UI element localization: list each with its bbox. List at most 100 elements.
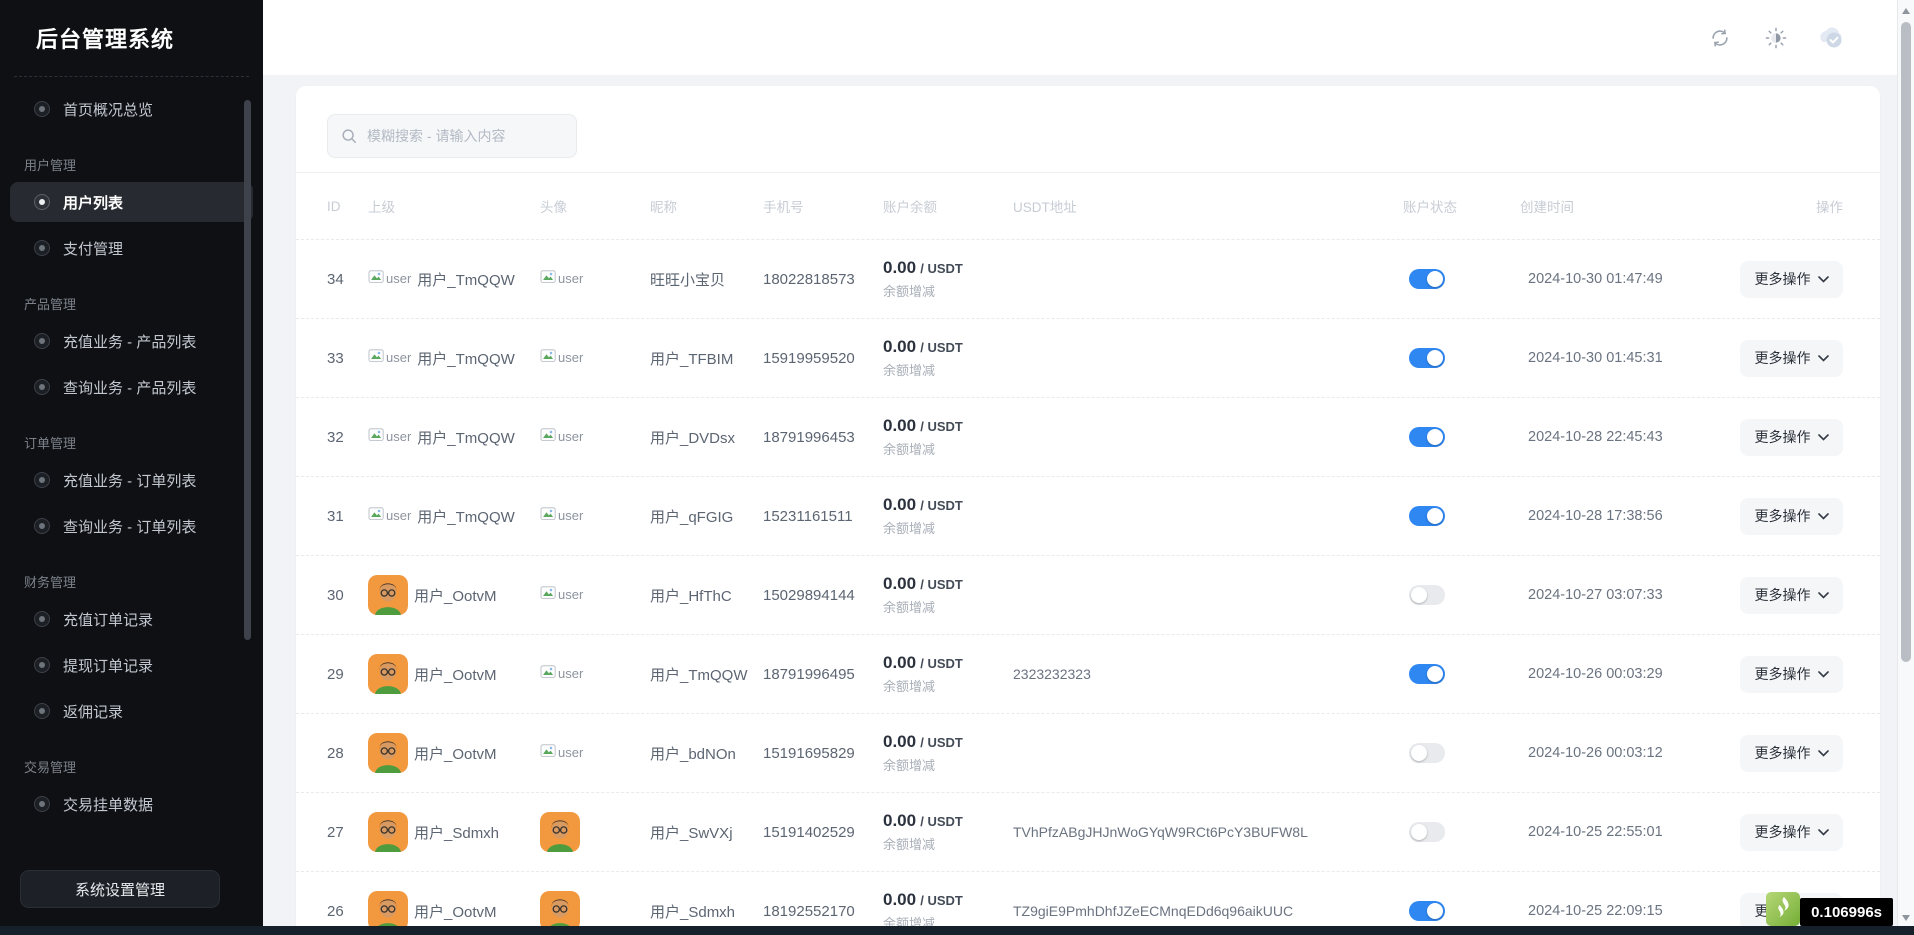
menu-dot-icon <box>34 333 50 349</box>
status-toggle[interactable] <box>1409 743 1445 763</box>
balance-amount: 0.00 <box>883 495 916 514</box>
column-header: 账户状态 <box>1403 196 1520 216</box>
more-actions-button[interactable]: 更多操作 <box>1740 261 1843 298</box>
sidebar-item[interactable]: 充值订单记录 <box>10 599 253 639</box>
user-status-icon[interactable] <box>1817 23 1847 53</box>
status-toggle[interactable] <box>1409 822 1445 842</box>
scrollbar-thumb[interactable] <box>1901 22 1911 662</box>
column-header: 账户余额 <box>883 196 1013 216</box>
balance-amount: 0.00 <box>883 811 916 830</box>
more-actions-button[interactable]: 更多操作 <box>1740 656 1843 693</box>
balance-adjust-link[interactable]: 余额增减 <box>883 439 1013 458</box>
balance-currency: / USDT <box>920 577 963 592</box>
more-actions-button[interactable]: 更多操作 <box>1740 419 1843 456</box>
trace-logo-icon[interactable] <box>1766 892 1800 926</box>
cell-id: 33 <box>327 350 368 367</box>
superior-avatar-slot <box>368 733 408 773</box>
balance-adjust-link[interactable]: 余额增减 <box>883 360 1013 379</box>
balance-currency: / USDT <box>920 893 963 908</box>
scrollbar-up-arrow[interactable] <box>1902 8 1910 14</box>
balance-amount: 0.00 <box>883 653 916 672</box>
status-toggle[interactable] <box>1409 427 1445 447</box>
menu-dot-icon <box>34 101 50 117</box>
toggle-knob <box>1427 903 1443 919</box>
sidebar-scrollbar-thumb[interactable] <box>244 100 251 640</box>
cell-superior: user 用户_TmQQW <box>368 269 540 290</box>
toggle-knob <box>1427 666 1443 682</box>
cell-actions: 更多操作 <box>1710 340 1843 377</box>
status-toggle[interactable] <box>1409 585 1445 605</box>
broken-image-icon <box>368 507 385 522</box>
broken-image-alt-text: user <box>386 271 411 286</box>
cell-superior: user 用户_TmQQW <box>368 427 540 448</box>
superior-name: 用户_TmQQW <box>417 506 515 527</box>
status-toggle[interactable] <box>1409 269 1445 289</box>
cell-created-at: 2024-10-28 17:38:56 <box>1520 508 1710 524</box>
sidebar-item[interactable]: 交易挂单数据 <box>10 784 253 824</box>
balance-amount: 0.00 <box>883 890 916 909</box>
scrollbar-down-arrow[interactable] <box>1902 915 1910 921</box>
cell-actions: 更多操作 <box>1710 261 1843 298</box>
more-actions-label: 更多操作 <box>1755 664 1811 684</box>
cell-id: 30 <box>327 587 368 604</box>
sidebar-item[interactable]: 充值业务 - 订单列表 <box>10 460 253 500</box>
sidebar-item[interactable]: 提现订单记录 <box>10 645 253 685</box>
sidebar-item[interactable]: 返佣记录 <box>10 691 253 731</box>
broken-image-alt-text: user <box>558 508 583 523</box>
cell-nickname: 用户_Sdmxh <box>650 901 763 922</box>
more-actions-label: 更多操作 <box>1755 348 1811 368</box>
sidebar-item-label: 充值业务 - 订单列表 <box>63 470 196 491</box>
balance-adjust-link[interactable]: 余额增减 <box>883 676 1013 695</box>
refresh-icon[interactable] <box>1705 23 1735 53</box>
sidebar-item[interactable]: 查询业务 - 产品列表 <box>10 367 253 407</box>
balance-adjust-link[interactable]: 余额增减 <box>883 755 1013 774</box>
more-actions-button[interactable]: 更多操作 <box>1740 577 1843 614</box>
more-actions-button[interactable]: 更多操作 <box>1740 498 1843 535</box>
cell-phone: 15191695829 <box>763 745 883 762</box>
search-input[interactable] <box>367 128 564 144</box>
more-actions-button[interactable]: 更多操作 <box>1740 735 1843 772</box>
cell-nickname: 旺旺小宝贝 <box>650 269 763 290</box>
balance-adjust-link[interactable]: 余额增减 <box>883 518 1013 537</box>
status-toggle[interactable] <box>1409 506 1445 526</box>
theme-toggle-icon[interactable] <box>1761 23 1791 53</box>
cell-status <box>1403 585 1520 605</box>
more-actions-button[interactable]: 更多操作 <box>1740 340 1843 377</box>
balance-adjust-link[interactable]: 余额增减 <box>883 834 1013 853</box>
sidebar-item[interactable]: 首页概况总览 <box>10 89 253 129</box>
status-toggle[interactable] <box>1409 348 1445 368</box>
balance-adjust-link[interactable]: 余额增减 <box>883 281 1013 300</box>
browser-scrollbar[interactable] <box>1897 0 1914 935</box>
broken-image-placeholder: user <box>540 350 583 365</box>
cell-balance: 0.00 / USDT 余额增减 <box>883 337 1013 379</box>
toggle-knob <box>1427 508 1443 524</box>
broken-image-icon <box>368 428 385 443</box>
sidebar-item[interactable]: 查询业务 - 订单列表 <box>10 506 253 546</box>
balance-adjust-link[interactable]: 余额增减 <box>883 597 1013 616</box>
superior-avatar-slot <box>368 812 408 852</box>
sidebar-item[interactable]: 充值业务 - 产品列表 <box>10 321 253 361</box>
menu-dot-icon <box>34 657 50 673</box>
cell-balance: 0.00 / USDT 余额增减 <box>883 258 1013 300</box>
sidebar-item[interactable]: 支付管理 <box>10 228 253 268</box>
sidebar-item-label: 首页概况总览 <box>63 99 153 120</box>
sidebar-item[interactable]: 用户列表 <box>10 182 253 222</box>
superior-avatar-slot: user <box>368 428 411 445</box>
chevron-down-icon <box>1818 592 1829 599</box>
balance-amount: 0.00 <box>883 337 916 356</box>
table-row: 27 用户_Sdmxh 用户_SwVXj 15191402529 <box>296 793 1880 872</box>
superior-name: 用户_TmQQW <box>417 427 515 448</box>
balance-amount: 0.00 <box>883 416 916 435</box>
cell-phone: 15191402529 <box>763 824 883 841</box>
status-toggle[interactable] <box>1409 664 1445 684</box>
status-toggle[interactable] <box>1409 901 1445 921</box>
cell-nickname: 用户_qFGIG <box>650 506 763 527</box>
user-avatar-image <box>368 575 408 615</box>
more-actions-button[interactable]: 更多操作 <box>1740 814 1843 851</box>
system-settings-button[interactable]: 系统设置管理 <box>20 870 220 908</box>
more-actions-label: 更多操作 <box>1755 822 1811 842</box>
search-section <box>296 86 1880 173</box>
cell-superior: 用户_OotvM <box>368 575 540 615</box>
balance-currency: / USDT <box>920 261 963 276</box>
broken-image-placeholder: user <box>540 745 583 760</box>
